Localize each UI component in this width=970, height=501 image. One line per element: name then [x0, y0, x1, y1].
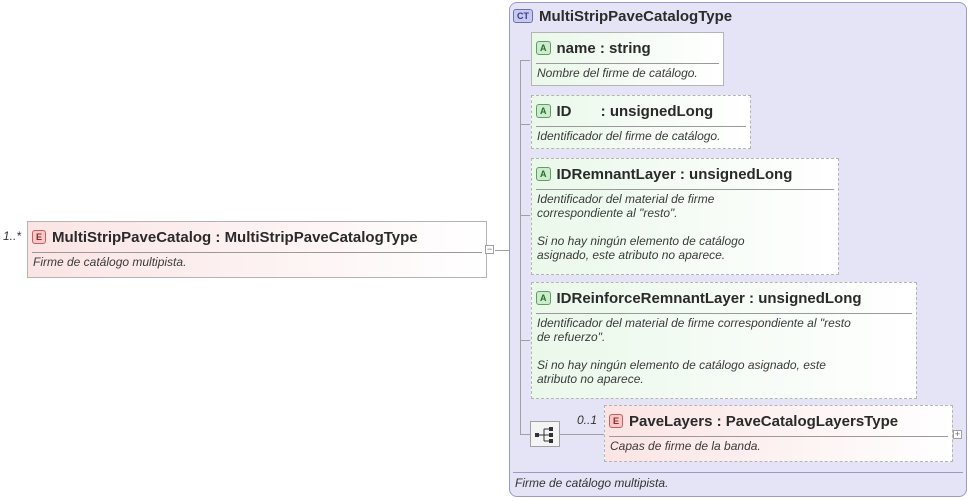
- attr-connector-2: [520, 124, 530, 125]
- collapse-icon[interactable]: −: [485, 245, 494, 254]
- attribute-id-box[interactable]: A ID : unsignedLong Identificador del fi…: [531, 95, 751, 149]
- attribute-idreinforceremnantlayer-separator: [536, 313, 912, 314]
- attribute-idreinforceremnantlayer-header: A IDReinforceRemnantLayer : unsignedLong: [536, 287, 862, 309]
- attribute-name-label: name : string: [556, 39, 651, 57]
- root-element-header: E MultiStripPaveCatalog : MultiStripPave…: [32, 226, 418, 248]
- child-element-occurrence: 0..1: [577, 413, 598, 427]
- root-element-box[interactable]: E MultiStripPaveCatalog : MultiStripPave…: [27, 221, 487, 278]
- attribute-name-separator: [536, 63, 719, 64]
- attribute-idremnantlayer-doc: Identificador del material de firme corr…: [537, 192, 745, 262]
- complex-type-name: MultiStripPaveCatalogType: [539, 7, 733, 25]
- element-badge-icon: E: [609, 414, 624, 428]
- child-element-name: PaveLayers : PaveCatalogLayersType: [629, 412, 899, 430]
- attribute-idreinforceremnantlayer-label: IDReinforceRemnantLayer : unsignedLong: [556, 289, 862, 307]
- child-element-doc: Capas de firme de la banda.: [610, 439, 761, 453]
- attribute-id-label: ID : unsignedLong: [556, 102, 714, 120]
- attribute-idreinforceremnantlayer-doc: Identificador del material de firme corr…: [537, 316, 851, 386]
- root-element-name: MultiStripPaveCatalog : MultiStripPaveCa…: [52, 228, 418, 246]
- complex-type-separator: [513, 472, 963, 473]
- attribute-idremnantlayer-header: A IDRemnantLayer : unsignedLong: [536, 163, 792, 185]
- attribute-badge-icon: A: [536, 167, 551, 181]
- sequence-compositor-icon[interactable]: [530, 421, 560, 447]
- root-to-type-connector: [495, 250, 509, 251]
- attribute-id-doc: Identificador del firme de catálogo.: [537, 129, 721, 143]
- attribute-idremnantlayer-label: IDRemnantLayer : unsignedLong: [556, 165, 793, 183]
- child-element-box[interactable]: E PaveLayers : PaveCatalogLayersType Cap…: [604, 405, 953, 462]
- attr-connector-1: [520, 60, 530, 61]
- child-element-separator: [609, 436, 948, 437]
- attribute-name-header: A name : string: [536, 37, 651, 59]
- root-element-doc: Firme de catálogo multipista.: [33, 255, 187, 269]
- root-element-separator: [32, 252, 482, 253]
- attribute-idreinforceremnantlayer-box[interactable]: A IDReinforceRemnantLayer : unsignedLong…: [531, 282, 917, 399]
- root-element-occurrence: 1..*: [3, 229, 22, 243]
- complex-type-doc: Firme de catálogo multipista.: [515, 476, 669, 490]
- attribute-idremnantlayer-box[interactable]: A IDRemnantLayer : unsignedLong Identifi…: [531, 158, 839, 275]
- attribute-connector-vertical: [520, 60, 521, 435]
- attribute-name-doc: Nombre del firme de catálogo.: [537, 66, 698, 80]
- attribute-badge-icon: A: [536, 291, 551, 305]
- attr-connector-4: [520, 340, 530, 341]
- sequence-connector: [520, 434, 530, 435]
- attribute-id-header: A ID : unsignedLong: [536, 100, 713, 122]
- sequence-to-child-connector: [560, 434, 604, 435]
- attribute-badge-icon: A: [536, 41, 551, 55]
- child-element-header: E PaveLayers : PaveCatalogLayersType: [609, 410, 898, 432]
- complex-type-header: CT MultiStripPaveCatalogType: [513, 6, 732, 26]
- element-badge-icon: E: [32, 230, 47, 244]
- attribute-id-separator: [536, 126, 746, 127]
- sequence-glyph: [535, 427, 553, 443]
- expand-icon[interactable]: +: [953, 430, 962, 439]
- complex-type-badge-icon: CT: [513, 9, 533, 23]
- attr-connector-3: [520, 215, 530, 216]
- attribute-name-box[interactable]: A name : string Nombre del firme de catá…: [531, 32, 724, 86]
- attribute-badge-icon: A: [536, 104, 551, 118]
- attribute-idremnantlayer-separator: [536, 189, 834, 190]
